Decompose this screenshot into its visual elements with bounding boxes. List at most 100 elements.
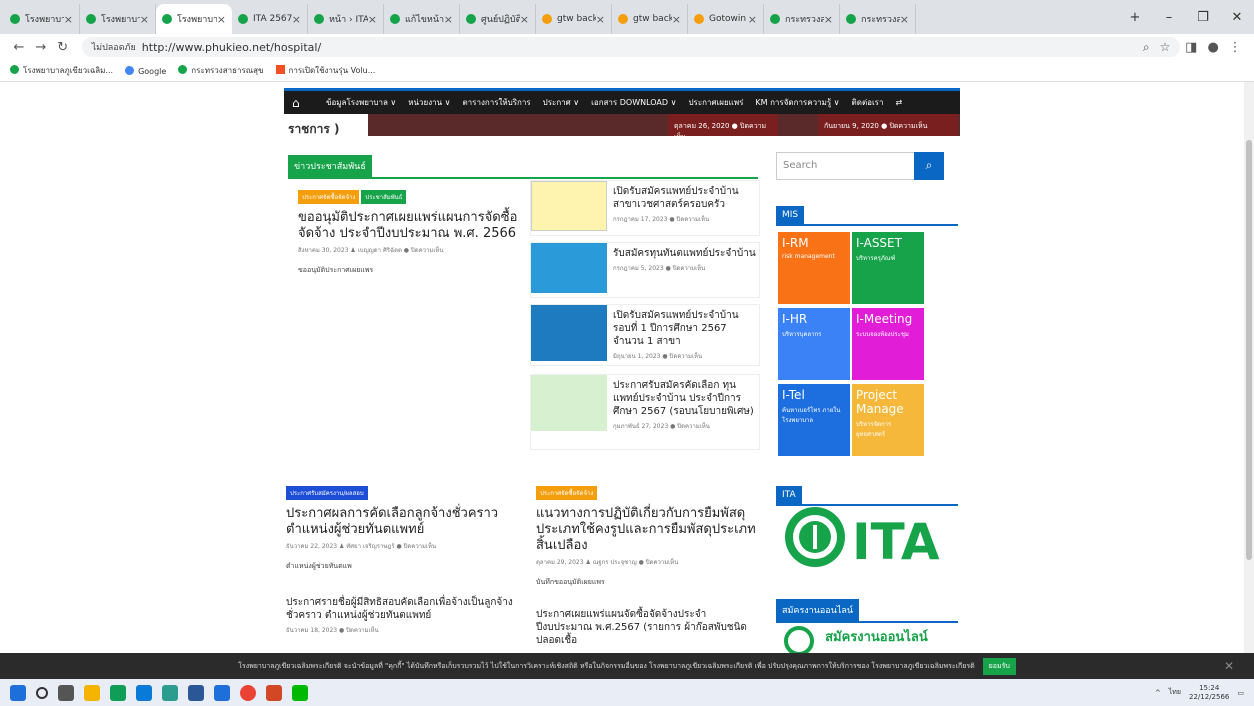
word-icon[interactable] [188,684,204,701]
url-field[interactable]: ไม่ปลอดภัย http://www.phukieo.net/hospit… [81,37,1181,57]
app-icon[interactable] [214,684,230,701]
bookmark-item[interactable]: กระทรวงสาธารณสุข [178,64,264,77]
post-title[interactable]: ประกาศผลการคัดเลือกลูกจ้างชั่วคราว ตำแหน… [286,506,518,538]
mis-tile[interactable]: Project Manage บริหารจัดการยุทธศาสตร์ [852,384,924,456]
tab-close-icon[interactable]: × [748,13,757,26]
list-item[interactable]: เปิดรับสมัครแพทย์ประจำบ้าน สาขาเวชศาสตร์… [530,180,760,236]
tab-close-icon[interactable]: × [140,13,149,26]
url-text[interactable]: http://www.phukieo.net/hospital/ [142,41,321,54]
nav-item[interactable]: ตารางการให้บริการ [456,96,536,109]
post-title[interactable]: ขออนุมัติประกาศเผยแพร่แผนการจัดซื้อจัดจ้… [298,210,520,242]
post-tag[interactable]: ประกาศจัดซื้อจัดจ้าง [536,486,598,500]
browser-tab[interactable]: กระทรวงสาธารณ× [840,4,916,34]
tab-close-icon[interactable]: × [444,13,453,26]
menu-icon[interactable]: ⋮ [1224,40,1246,55]
chrome-icon[interactable] [240,684,256,701]
mis-tile[interactable]: I-RM risk management [778,232,850,304]
nav-item[interactable]: หน่วยงาน ∨ [402,96,456,109]
mis-tile[interactable]: I-Tel ค้นหาเบอร์โทร ภายในโรงพยาบาล [778,384,850,456]
browser-tab[interactable]: โรงพยาบาลภูเขียว× [156,4,232,34]
tab-title[interactable]: กระทรวงสาธารณ [785,12,824,26]
tab-close-icon[interactable]: × [596,13,605,26]
post-title[interactable]: ประกาศรายชื่อผู้มีสิทธิสอบคัดเลือกเพื่อจ… [286,596,518,622]
post-tag[interactable]: ประกาศจัดซื้อจัดจ้าง [298,190,360,204]
back-icon[interactable]: ← [8,40,30,55]
browser-tab[interactable]: โรงพยาบาลภูเขียว× [80,4,156,34]
tab-title[interactable]: แก้ไขหน้า [405,12,444,26]
bookmark-label[interactable]: กระทรวงสาธารณสุข [191,66,263,75]
list-item[interactable]: รับสมัครทุนทันตแพทย์ประจำบ้าน กรกฎาคม 5, … [530,242,760,298]
browser-tab[interactable]: กระทรวงสาธารณ× [764,4,840,34]
tab-title[interactable]: โรงพยาบาลภูเขียว [177,12,217,26]
post-title[interactable]: รับสมัครทุนทันตแพทย์ประจำบ้าน [613,247,758,260]
search-icon[interactable]: ⌕ [914,152,944,180]
windows-start-icon[interactable] [10,684,26,701]
tab-close-icon[interactable]: × [824,13,833,26]
zoom-icon[interactable]: ⌕ [1143,40,1150,55]
reload-icon[interactable]: ↻ [52,40,74,55]
post-title[interactable]: ประกาศเผยแพร่แผนจัดซื้อจัดจ้างประจำปีงบป… [536,608,758,647]
bookmark-label[interactable]: Google [138,67,166,76]
post-title[interactable]: เปิดรับสมัครแพทย์ประจำบ้าน สาขาเวชศาสตร์… [613,185,758,211]
tab-close-icon[interactable]: × [672,13,681,26]
browser-tab[interactable]: โรงพยาบาลภูเขียว× [4,4,80,34]
mis-tile[interactable]: I-ASSET บริหารครุภัณฑ์ [852,232,924,304]
tab-title[interactable]: หน้า › ITA ใหม่ [329,12,368,26]
slider-date[interactable]: ตุลาคม 26, 2020 ● ปิดความเห็น [668,114,778,141]
tab-title[interactable]: โรงพยาบาลภูเขียว [101,12,140,26]
new-tab-button[interactable]: + [1118,10,1152,25]
tab-close-icon[interactable]: × [368,13,377,26]
nav-item[interactable]: เอกสาร DOWNLOAD ∨ [585,96,682,109]
browser-tab[interactable]: หน้า › ITA ใหม่× [308,4,384,34]
post-title[interactable]: ประกาศรับสมัครคัดเลือก ทุนแพทย์ประจำบ้าน… [613,379,758,418]
file-explorer-icon[interactable] [84,684,100,701]
bookmark-label[interactable]: การเปิดใช้งานรุ่น Volu... [289,66,376,75]
task-view-icon[interactable] [58,684,74,701]
tab-title[interactable]: Gotowin [709,14,746,24]
mis-tile[interactable]: I-HR บริหารบุคลากร [778,308,850,380]
clock[interactable]: 15:24 22/12/2566 [1189,684,1229,702]
post-title[interactable]: เปิดรับสมัครแพทย์ประจำบ้าน รอบที่ 1 ปีกา… [613,309,758,348]
scrollbar-thumb[interactable] [1246,140,1252,560]
slider-date[interactable]: กันยายน 9, 2020 ● ปิดความเห็น [818,114,958,136]
line-icon[interactable] [292,684,308,701]
browser-tab[interactable]: Gotowin × [688,4,764,34]
tab-title[interactable]: gtw backoffice [557,14,596,24]
bookmark-item[interactable]: Google [125,65,166,76]
page-scrollbar[interactable] [1244,82,1254,653]
browser-tab[interactable]: gtw backoffice× [536,4,612,34]
store-icon[interactable] [110,684,126,701]
tab-title[interactable]: gtw backoffice [633,14,672,24]
post-tag[interactable]: ประกาศรับสมัครงาน/ผลสอบ [286,486,368,500]
bookmark-star-icon[interactable]: ☆ [1160,40,1171,55]
nav-item[interactable]: ติดต่อเรา [846,96,890,109]
tab-close-icon[interactable]: × [64,13,73,26]
accept-cookie-button[interactable]: ยอมรับ [982,657,1016,675]
minimize-button[interactable]: – [1152,10,1186,25]
browser-tab[interactable]: gtw backoffice× [612,4,688,34]
security-warning-label[interactable]: ไม่ปลอดภัย [92,40,136,54]
list-item[interactable]: ประกาศรับสมัครคัดเลือก ทุนแพทย์ประจำบ้าน… [530,374,760,450]
post-title[interactable]: แนวทางการปฏิบัติเกี่ยวกับการยืมพัสดุ ประ… [536,506,758,554]
forward-icon[interactable]: → [30,40,52,55]
sidepanel-icon[interactable]: ◨ [1180,40,1202,55]
post-thumbnail[interactable] [531,305,607,361]
post-thumbnail[interactable] [531,181,607,231]
nav-item[interactable]: KM การจัดการความรู้ ∨ [749,96,845,109]
tab-close-icon[interactable]: × [520,13,529,26]
close-icon[interactable]: ✕ [1224,659,1234,673]
tab-title[interactable]: ITA 2567 | IT [253,14,292,24]
bookmark-item[interactable]: การเปิดใช้งานรุ่น Volu... [275,64,376,77]
post-thumbnail[interactable] [531,243,607,293]
tab-title[interactable]: กระทรวงสาธารณ [861,12,900,26]
nav-item[interactable]: ประกาศเผยแพร่ [682,96,749,109]
tab-title[interactable]: ศูนย์ปฏิบัติการ [481,12,520,26]
tray-chevron-icon[interactable]: ^ [1155,689,1161,697]
nav-item[interactable]: ประกาศ ∨ [537,96,585,109]
ita-logo[interactable]: ITA [780,497,960,577]
edge-icon[interactable] [136,684,152,701]
nav-item[interactable]: ข้อมูลโรงพยาบาล ∨ [320,96,402,109]
powerpoint-icon[interactable] [266,684,282,701]
tab-title[interactable]: โรงพยาบาลภูเขียว [25,12,64,26]
mis-tile[interactable]: I-Meeting ระบบจองห้องประชุม [852,308,924,380]
